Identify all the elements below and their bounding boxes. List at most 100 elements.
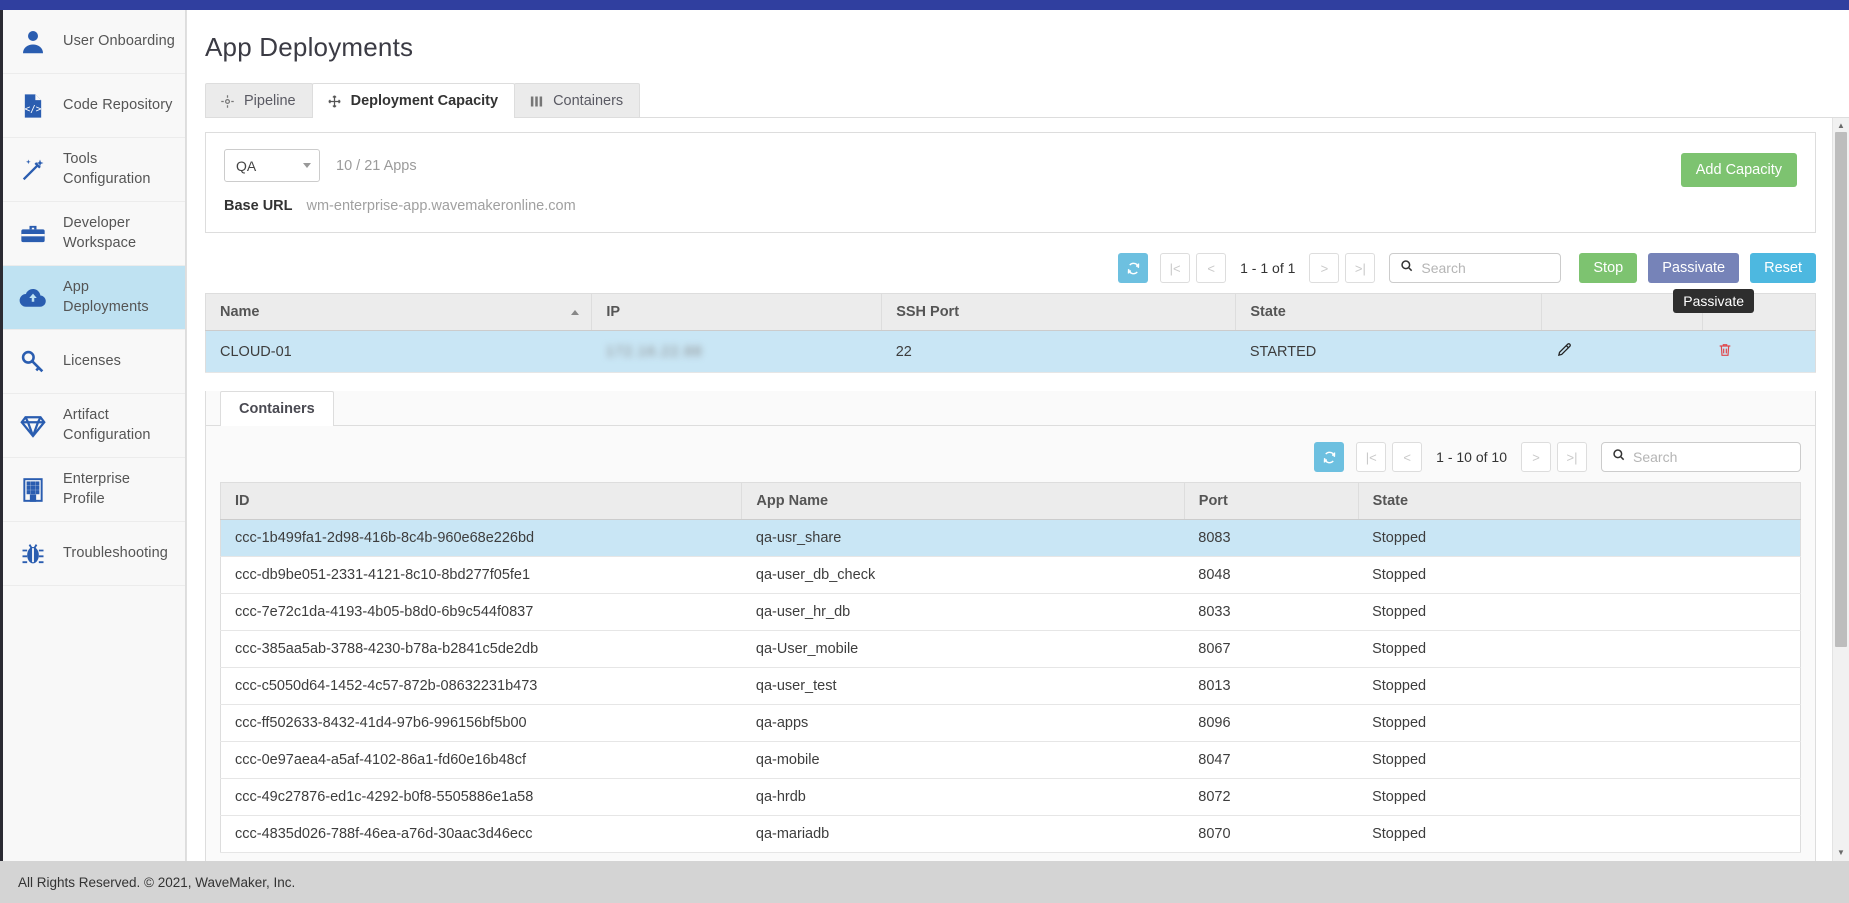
sidebar-item-tools-configuration[interactable]: Tools Configuration xyxy=(3,138,185,202)
capacity-table: Name IP SSH Port State CLOUD-01 xyxy=(205,293,1816,373)
stop-button[interactable]: Stop xyxy=(1579,253,1637,283)
containers-search-box[interactable] xyxy=(1601,442,1801,472)
tab-label: Pipeline xyxy=(244,93,296,109)
containers-search-input[interactable] xyxy=(1633,449,1790,465)
table-row[interactable]: ccc-1b499fa1-2d98-416b-8c4b-960e68e226bd… xyxy=(221,520,1801,557)
cell-ssh-port: 22 xyxy=(882,331,1236,373)
cell-app-name: qa-hrdb xyxy=(742,779,1184,816)
passivate-button[interactable]: Passivate xyxy=(1648,253,1739,283)
scroll-up-arrow-icon[interactable]: ▲ xyxy=(1837,120,1845,132)
table-row[interactable]: CLOUD-01 172.16.22.88 22 STARTED xyxy=(206,331,1816,373)
last-page-button[interactable]: >| xyxy=(1345,253,1375,283)
table-row[interactable]: ccc-49c27876-ed1c-4292-b0f8-5505886e1a58… xyxy=(221,779,1801,816)
search-box[interactable] xyxy=(1389,253,1561,283)
containers-table: ID App Name Port State ccc-1b499fa1-2d98… xyxy=(220,482,1801,853)
containers-toolbar: |< < 1 - 10 of 10 > >| xyxy=(220,442,1801,472)
column-header-name[interactable]: Name xyxy=(206,294,592,331)
sidebar-item-label: Licenses xyxy=(63,352,121,372)
search-input[interactable] xyxy=(1421,260,1550,276)
column-header-id[interactable]: ID xyxy=(221,483,742,520)
column-header-state[interactable]: State xyxy=(1236,294,1542,331)
apps-count-label: 10 / 21 Apps xyxy=(336,158,417,174)
next-page-button[interactable]: > xyxy=(1309,253,1339,283)
cell-port: 8096 xyxy=(1184,705,1358,742)
code-repository-icon: </> xyxy=(17,90,49,122)
sidebar-item-developer-workspace[interactable]: Developer Workspace xyxy=(3,202,185,266)
cell-app-name: qa-apps xyxy=(742,705,1184,742)
tab-deployment-capacity[interactable]: Deployment Capacity xyxy=(312,83,515,118)
sidebar-item-artifact-configuration[interactable]: Artifact Configuration xyxy=(3,394,185,458)
containers-prev-page-button[interactable]: < xyxy=(1392,442,1422,472)
cell-edit xyxy=(1542,331,1703,373)
cell-app-name: qa-user_db_check xyxy=(742,557,1184,594)
column-header-port[interactable]: Port xyxy=(1184,483,1358,520)
tab-pipeline[interactable]: Pipeline xyxy=(205,83,313,117)
scroll-down-arrow-icon[interactable]: ▼ xyxy=(1837,847,1845,859)
subtab-containers[interactable]: Containers xyxy=(220,391,334,426)
table-row[interactable]: ccc-c5050d64-1452-4c57-872b-08632231b473… xyxy=(221,668,1801,705)
tab-containers[interactable]: Containers xyxy=(514,83,640,117)
column-header-state[interactable]: State xyxy=(1358,483,1800,520)
cell-state: Stopped xyxy=(1358,779,1800,816)
cell-ip: 172.16.22.88 xyxy=(592,331,882,373)
sidebar-item-enterprise-profile[interactable]: Enterprise Profile xyxy=(3,458,185,522)
sidebar-item-licenses[interactable]: Licenses xyxy=(3,330,185,394)
cell-port: 8072 xyxy=(1184,779,1358,816)
cloud-upload-icon xyxy=(17,282,49,314)
cell-state: Stopped xyxy=(1358,742,1800,779)
scrollbar-track[interactable] xyxy=(1833,132,1849,847)
environment-select[interactable]: QA xyxy=(224,149,320,182)
main-panel: App Deployments Pipeline Deployment Capa… xyxy=(186,10,1849,861)
table-row[interactable]: ccc-4835d026-788f-46ea-a76d-30aac3d46ecc… xyxy=(221,816,1801,853)
cell-port: 8083 xyxy=(1184,520,1358,557)
cell-id: ccc-4835d026-788f-46ea-a76d-30aac3d46ecc xyxy=(221,816,742,853)
cell-state: STARTED xyxy=(1236,331,1542,373)
sidebar-item-user-onboarding[interactable]: User Onboarding xyxy=(3,10,185,74)
vertical-scrollbar[interactable]: ▲ ▼ xyxy=(1832,118,1849,861)
table-row[interactable]: ccc-385aa5ab-3788-4230-b78a-b2841c5de2db… xyxy=(221,631,1801,668)
table-row[interactable]: ccc-db9be051-2331-4121-8c10-8bd277f05fe1… xyxy=(221,557,1801,594)
containers-refresh-icon[interactable] xyxy=(1314,442,1344,472)
search-icon xyxy=(1400,259,1414,278)
tab-content-deployment-capacity: QA 10 / 21 Apps Base URL wm-enterprise-a… xyxy=(205,118,1832,861)
table-row[interactable]: ccc-7e72c1da-4193-4b05-b8d0-6b9c544f0837… xyxy=(221,594,1801,631)
cell-app-name: qa-mariadb xyxy=(742,816,1184,853)
containers-last-page-button[interactable]: >| xyxy=(1557,442,1587,472)
cell-id: ccc-385aa5ab-3788-4230-b78a-b2841c5de2db xyxy=(221,631,742,668)
cell-state: Stopped xyxy=(1358,668,1800,705)
sidebar-item-label: Troubleshooting xyxy=(63,544,168,564)
containers-first-page-button[interactable]: |< xyxy=(1356,442,1386,472)
reset-button[interactable]: Reset xyxy=(1750,253,1816,283)
cell-port: 8070 xyxy=(1184,816,1358,853)
scrollbar-thumb[interactable] xyxy=(1835,132,1847,647)
column-header-app-name[interactable]: App Name xyxy=(742,483,1184,520)
svg-text:</>: </> xyxy=(25,103,42,114)
bug-icon xyxy=(17,538,49,570)
containers-next-page-button[interactable]: > xyxy=(1521,442,1551,472)
add-capacity-button[interactable]: Add Capacity xyxy=(1681,153,1797,187)
containers-subtab-bar: Containers xyxy=(206,391,1815,426)
pencil-icon[interactable] xyxy=(1556,341,1573,362)
cell-app-name: qa-usr_share xyxy=(742,520,1184,557)
trash-icon[interactable] xyxy=(1717,342,1733,362)
column-header-ip[interactable]: IP xyxy=(592,294,882,331)
refresh-icon[interactable] xyxy=(1118,253,1148,283)
prev-page-button[interactable]: < xyxy=(1196,253,1226,283)
table-row[interactable]: ccc-ff502633-8432-41d4-97b6-996156bf5b00… xyxy=(221,705,1801,742)
sidebar-item-label: Developer Workspace xyxy=(63,214,175,253)
cell-port: 8013 xyxy=(1184,668,1358,705)
building-icon xyxy=(17,474,49,506)
table-row[interactable]: ccc-0e97aea4-a5af-4102-86a1-fd60e16b48cf… xyxy=(221,742,1801,779)
passivate-tooltip: Passivate xyxy=(1673,289,1754,313)
first-page-button[interactable]: |< xyxy=(1160,253,1190,283)
column-header-ssh-port[interactable]: SSH Port xyxy=(882,294,1236,331)
sidebar-item-code-repository[interactable]: </> Code Repository xyxy=(3,74,185,138)
sidebar-item-app-deployments[interactable]: App Deployments xyxy=(3,266,185,330)
cell-delete xyxy=(1703,331,1816,373)
chevron-down-icon xyxy=(303,163,311,168)
cell-app-name: qa-user_test xyxy=(742,668,1184,705)
top-accent-bar xyxy=(0,0,1849,10)
tab-label: Containers xyxy=(553,93,623,109)
cell-state: Stopped xyxy=(1358,631,1800,668)
sidebar-item-troubleshooting[interactable]: Troubleshooting xyxy=(3,522,185,586)
